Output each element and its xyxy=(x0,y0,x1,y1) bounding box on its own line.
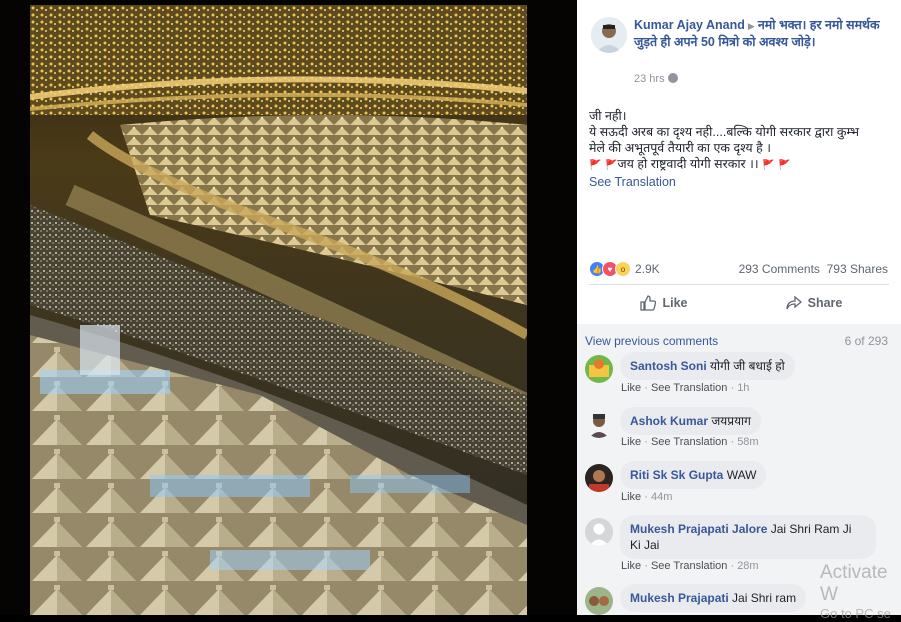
comment-actions: Like · See Translation · 28m xyxy=(621,560,759,572)
author-avatar[interactable] xyxy=(591,17,627,53)
timestamp-text[interactable]: 23 hrs xyxy=(634,73,665,85)
action-bar: Like Share xyxy=(589,288,889,318)
comment-time[interactable]: 1h xyxy=(737,382,749,394)
commenter-avatar[interactable] xyxy=(585,355,613,383)
reactions-summary[interactable]: 👍 ♥ o 2.9K xyxy=(589,261,660,277)
see-translation-link[interactable]: See Translation xyxy=(589,174,889,190)
comment-bubble: Mukesh Prajapati Jai Shri ram xyxy=(620,584,807,612)
post-text-line: ये सऊदी अरब का दृश्य नही....बल्कि योगी स… xyxy=(589,125,859,139)
comment-actions: Like · See Translation · 58m xyxy=(621,436,759,448)
comment-text: Jai Shri ram xyxy=(732,591,797,605)
comment-like-link[interactable]: Like xyxy=(621,436,641,448)
commenter-name[interactable]: Mukesh Prajapati Jalore xyxy=(630,522,767,536)
post-text-line: मेले की अभूतपूर्व तैयारी का एक दृश्य है … xyxy=(589,141,771,155)
commenter-avatar[interactable] xyxy=(585,410,613,438)
commenter-name[interactable]: Riti Sk Sk Gupta xyxy=(630,468,723,482)
comment-bubble: Riti Sk Sk Gupta WAW xyxy=(620,461,767,489)
engagement-counts: 293 Comments 793 Shares xyxy=(739,262,888,276)
commenter-name[interactable]: Mukesh Prajapati xyxy=(630,591,729,605)
comment-translate-link[interactable]: See Translation xyxy=(651,436,727,448)
comment-like-link[interactable]: Like xyxy=(621,560,641,572)
comment-bubble: Ashok Kumar जयप्रयाग xyxy=(620,407,761,435)
author-name[interactable]: Kumar Ajay Anand xyxy=(634,18,745,32)
commenter-name[interactable]: Ashok Kumar xyxy=(630,414,708,428)
post-body: जी नही। ये सऊदी अरब का दृश्य नही....बल्क… xyxy=(589,108,889,190)
comment-actions: Like · 44m xyxy=(621,491,673,503)
commenter-name[interactable]: Santosh Soni xyxy=(630,359,707,373)
activation-watermark: Activate W Go to PC se xyxy=(820,562,901,622)
reaction-count: 2.9K xyxy=(635,262,660,276)
globe-icon xyxy=(667,73,678,83)
watermark-line2: Go to PC se xyxy=(820,606,891,621)
post-photo[interactable] xyxy=(30,5,527,615)
share-button[interactable]: Share xyxy=(739,288,889,318)
commenter-avatar[interactable] xyxy=(585,587,613,615)
like-label: Like xyxy=(662,296,688,310)
post-timestamp: 23 hrs xyxy=(634,73,678,85)
comment-translate-link[interactable]: See Translation xyxy=(651,382,727,394)
photo-viewer xyxy=(0,0,577,615)
comment-actions: Like · See Translation · 1h xyxy=(621,382,750,394)
post-header: Kumar Ajay Anand ▶ नमो भक्त। हर नमो समर्थक… xyxy=(634,17,892,50)
comment-like-link[interactable]: Like xyxy=(621,382,641,394)
comment-text: Jai Shri Ram Ji xyxy=(770,522,852,536)
post-text-line-flags: 🚩 🚩जय हो राष्ट्रवादी योगी सरकार ।। 🚩 🚩 xyxy=(589,156,889,174)
flag-icon: 🚩 xyxy=(762,160,775,171)
comment-time[interactable]: 58m xyxy=(737,436,758,448)
commenter-avatar[interactable] xyxy=(585,518,613,546)
share-label: Share xyxy=(807,296,843,310)
watermark-line1: Activate W xyxy=(820,562,888,605)
play-arrow-icon: ▶ xyxy=(747,21,755,31)
comments-count[interactable]: 293 Comments xyxy=(739,262,820,276)
share-arrow-icon xyxy=(785,295,802,310)
thumbs-up-icon xyxy=(640,295,657,311)
comment-text: Ki Jai xyxy=(630,538,660,552)
comments-pager: 6 of 293 xyxy=(844,334,888,348)
post-text-line: जी नही। xyxy=(589,109,627,123)
flag-icon: 🚩 xyxy=(589,160,602,171)
comment-text: WAW xyxy=(726,468,757,482)
view-previous-comments-link[interactable]: View previous comments xyxy=(585,334,718,348)
comment-bubble: Santosh Soni योगी जी बधाई हो xyxy=(620,352,795,380)
shares-count[interactable]: 793 Shares xyxy=(827,262,888,276)
wow-reaction-icon: o xyxy=(615,261,631,277)
comment-text: योगी जी बधाई हो xyxy=(710,359,785,373)
divider xyxy=(589,284,889,285)
comment-like-link[interactable]: Like xyxy=(621,491,641,503)
post-text-line: जय हो राष्ट्रवादी योगी सरकार ।। xyxy=(617,157,759,171)
flag-icon: 🚩 xyxy=(604,160,618,171)
comment-time[interactable]: 28m xyxy=(737,560,758,572)
flag-icon: 🚩 xyxy=(778,160,791,171)
like-button[interactable]: Like xyxy=(589,288,739,318)
commenter-avatar[interactable] xyxy=(585,464,613,492)
comment-text: जयप्रयाग xyxy=(711,414,751,428)
post-panel: Kumar Ajay Anand ▶ नमो भक्त। हर नमो समर्थक… xyxy=(577,0,901,615)
comment-bubble: Mukesh Prajapati Jalore Jai Shri Ram Ji … xyxy=(620,515,876,559)
comment-time[interactable]: 44m xyxy=(651,491,672,503)
comment-translate-link[interactable]: See Translation xyxy=(651,560,727,572)
